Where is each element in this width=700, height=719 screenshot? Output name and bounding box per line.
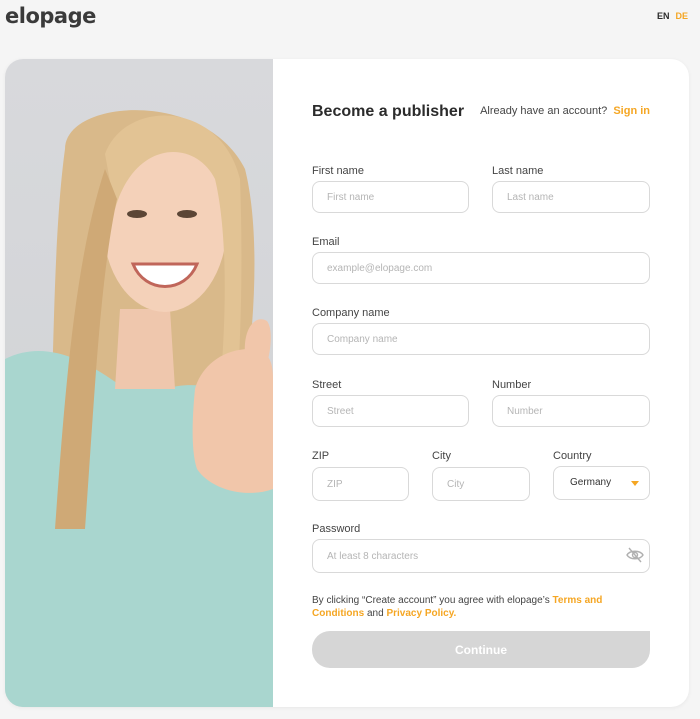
first-name-label: First name <box>312 165 364 177</box>
number-input[interactable] <box>492 395 650 427</box>
country-select[interactable]: Germany <box>553 466 650 500</box>
email-input[interactable] <box>312 252 650 284</box>
street-label: Street <box>312 379 342 391</box>
publisher-form: Become a publisher Already have an accou… <box>312 59 650 707</box>
country-value: Germany <box>570 477 612 488</box>
first-name-input[interactable] <box>312 181 469 213</box>
last-name-label: Last name <box>492 165 544 177</box>
country-label: Country <box>553 450 592 462</box>
terms-prefix: By clicking “Create account” you agree w… <box>312 595 550 606</box>
woman-thumbs-up-illustration <box>5 110 273 707</box>
password-input[interactable] <box>312 539 650 573</box>
privacy-link[interactable]: Privacy Policy. <box>386 608 456 619</box>
terms-and: and <box>367 608 384 619</box>
email-label: Email <box>312 236 340 248</box>
password-field <box>312 539 650 573</box>
city-input[interactable] <box>432 467 530 501</box>
hero-photo <box>5 59 273 707</box>
zip-input[interactable] <box>312 467 409 501</box>
language-switcher: EN DE <box>651 11 688 21</box>
last-name-input[interactable] <box>492 181 650 213</box>
number-label: Number <box>492 379 532 391</box>
street-input[interactable] <box>312 395 469 427</box>
terms-text: By clicking “Create account” you agree w… <box>312 594 650 620</box>
sign-in-link[interactable]: Sign in <box>613 105 650 117</box>
form-title: Become a publisher <box>312 103 465 120</box>
continue-button[interactable]: Continue <box>312 631 650 668</box>
elopage-logo[interactable]: elopage <box>5 4 96 28</box>
language-de[interactable]: DE <box>675 11 688 21</box>
company-name-label: Company name <box>312 307 390 319</box>
eye-slash-icon[interactable] <box>626 547 644 568</box>
zip-label: ZIP <box>312 450 330 462</box>
already-account-text: Already have an account? <box>480 105 608 117</box>
signup-card: Become a publisher Already have an accou… <box>5 59 689 707</box>
password-label: Password <box>312 523 361 535</box>
city-label: City <box>432 450 451 462</box>
company-name-input[interactable] <box>312 323 650 355</box>
chevron-down-icon <box>631 481 639 486</box>
language-en[interactable]: EN <box>657 11 670 21</box>
signin-row: Already have an account? Sign in <box>480 105 650 117</box>
